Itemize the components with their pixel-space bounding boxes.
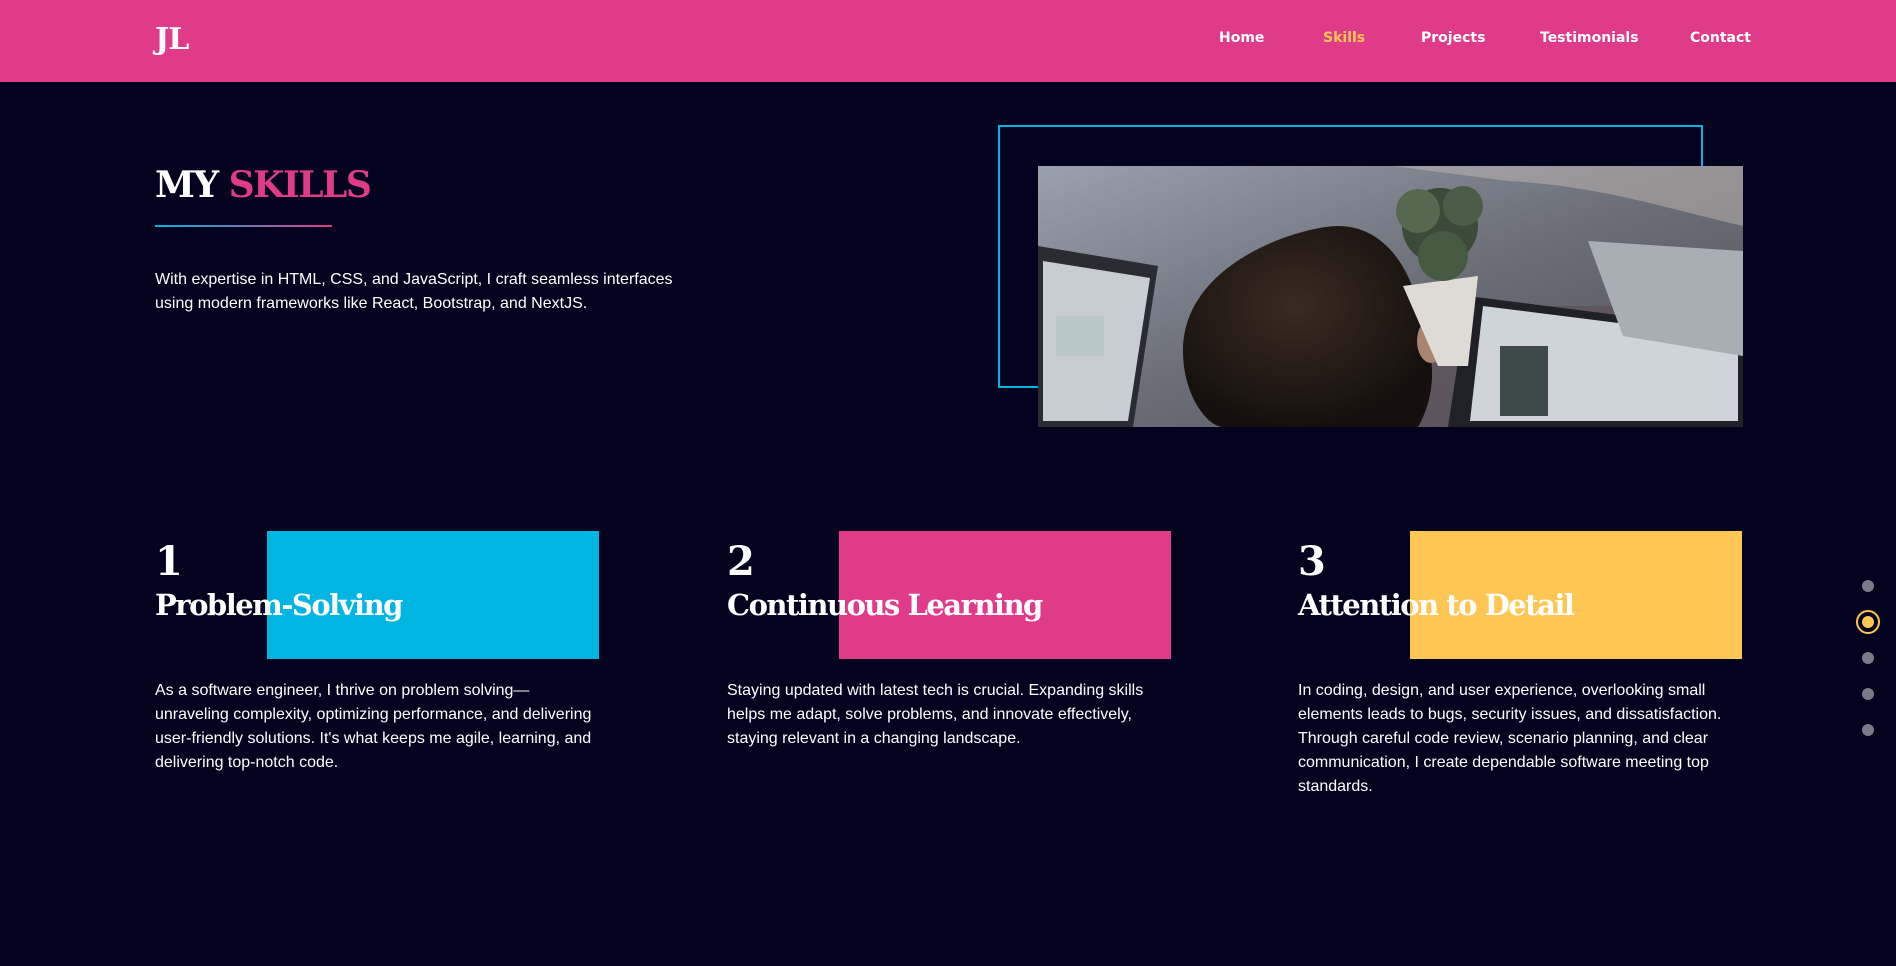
section-dot-active[interactable] [1856,610,1880,634]
card-title: Continuous Learning [727,588,1043,622]
heading-underline [155,225,332,227]
section-dot[interactable] [1862,688,1874,700]
card-title: Attention to Detail [1298,588,1575,622]
card-text: Staying updated with latest tech is cruc… [727,682,1144,747]
card-number: 3 [1298,538,1326,585]
workspace-photo [1038,166,1743,427]
intro-text: With expertise in HTML, CSS, and JavaScr… [155,271,673,312]
section-dot[interactable] [1862,652,1874,664]
workspace-illustration [1038,166,1743,427]
nav-link-projects[interactable]: Projects [1421,30,1485,46]
nav-link-home[interactable]: Home [1219,30,1264,46]
section-dot[interactable] [1862,580,1874,592]
card-title: Problem-Solving [155,588,403,622]
section-dot[interactable] [1862,724,1874,736]
card-number: 2 [727,538,755,585]
nav-link-testimonials[interactable]: Testimonials [1540,30,1639,46]
card-text: As a software engineer, I thrive on prob… [155,682,592,771]
nav-link-skills[interactable]: Skills [1323,30,1365,46]
heading-prefix: MY [155,164,219,206]
heading-accent: SKILLS [228,164,372,206]
nav-link-contact[interactable]: Contact [1690,30,1751,46]
logo[interactable]: JL [155,22,189,57]
card-text: In coding, design, and user experience, … [1298,682,1722,795]
page-title: MY SKILLS [155,164,372,206]
card-number: 1 [155,538,183,585]
navbar: JL Home Skills Projects Testimonials Con… [0,0,1896,82]
